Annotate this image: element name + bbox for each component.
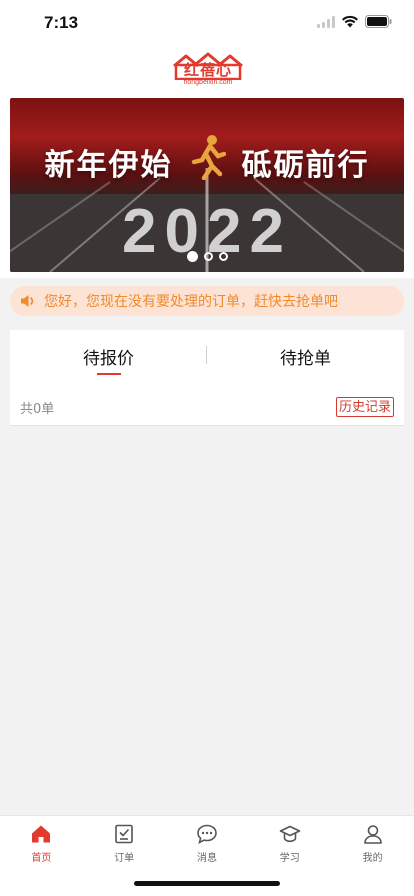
carousel-dot[interactable] [186,251,198,262]
runner-icon [191,135,226,180]
notice-bar[interactable]: 您好，您现在没有要处理的订单，赶快去抢单吧 [10,286,404,316]
tabbar-item-messages[interactable]: 消息 [166,816,249,868]
tabbar-item-profile[interactable]: 我的 [331,816,414,868]
home-indicator [134,881,280,886]
wifi-icon [342,15,358,28]
tabbar-label: 学习 [279,853,300,864]
tabbar-label: 订单 [114,853,135,864]
order-tabs-card: 待报价 待抢单 共0单 历史记录 [10,330,404,426]
status-icons [317,15,392,28]
notice-text: 您好，您现在没有要处理的订单，赶快去抢单吧 [44,294,338,310]
order-icon [115,824,133,844]
carousel-pagination [10,251,404,262]
tabbar-item-study[interactable]: 学习 [248,816,331,868]
active-tab-indicator [97,373,121,375]
tabbar-label: 首页 [31,853,52,864]
tabbar-label: 消息 [196,853,217,864]
tabbar-item-home[interactable]: 首页 [0,816,83,868]
tabbar-label: 我的 [362,853,383,864]
study-icon [279,825,301,843]
carousel-dot[interactable] [218,252,228,261]
tab-pending-grab[interactable]: 待抢单 [207,330,404,382]
tabbar-item-orders[interactable]: 订单 [83,816,166,868]
logo-text: 红蓓心 [183,61,232,79]
profile-icon [363,825,382,844]
status-time: 7:13 [44,13,79,32]
header: 红蓓心 hongbeixin.com [0,48,414,98]
status-bar: 7:13 [0,0,414,48]
message-icon [197,824,217,845]
logo-subtext: hongbeixin.com [183,79,233,86]
carousel-dot[interactable] [203,252,213,261]
banner-slogan-left: 新年伊始 [44,148,173,183]
banner-container: 新年伊始 砥砺前行 2022 [0,98,414,278]
speaker-icon [21,295,34,307]
home-icon [32,825,51,843]
history-button[interactable]: 历史记录 [335,397,394,417]
banner-carousel[interactable]: 新年伊始 砥砺前行 2022 [10,98,404,272]
cellular-signal-icon [317,15,335,28]
brand-logo: 红蓓心 hongbeixin.com [172,50,244,92]
banner-slogan-right: 砥砺前行 [241,148,370,183]
battery-icon [365,15,392,28]
order-count: 共0单 [20,402,55,417]
